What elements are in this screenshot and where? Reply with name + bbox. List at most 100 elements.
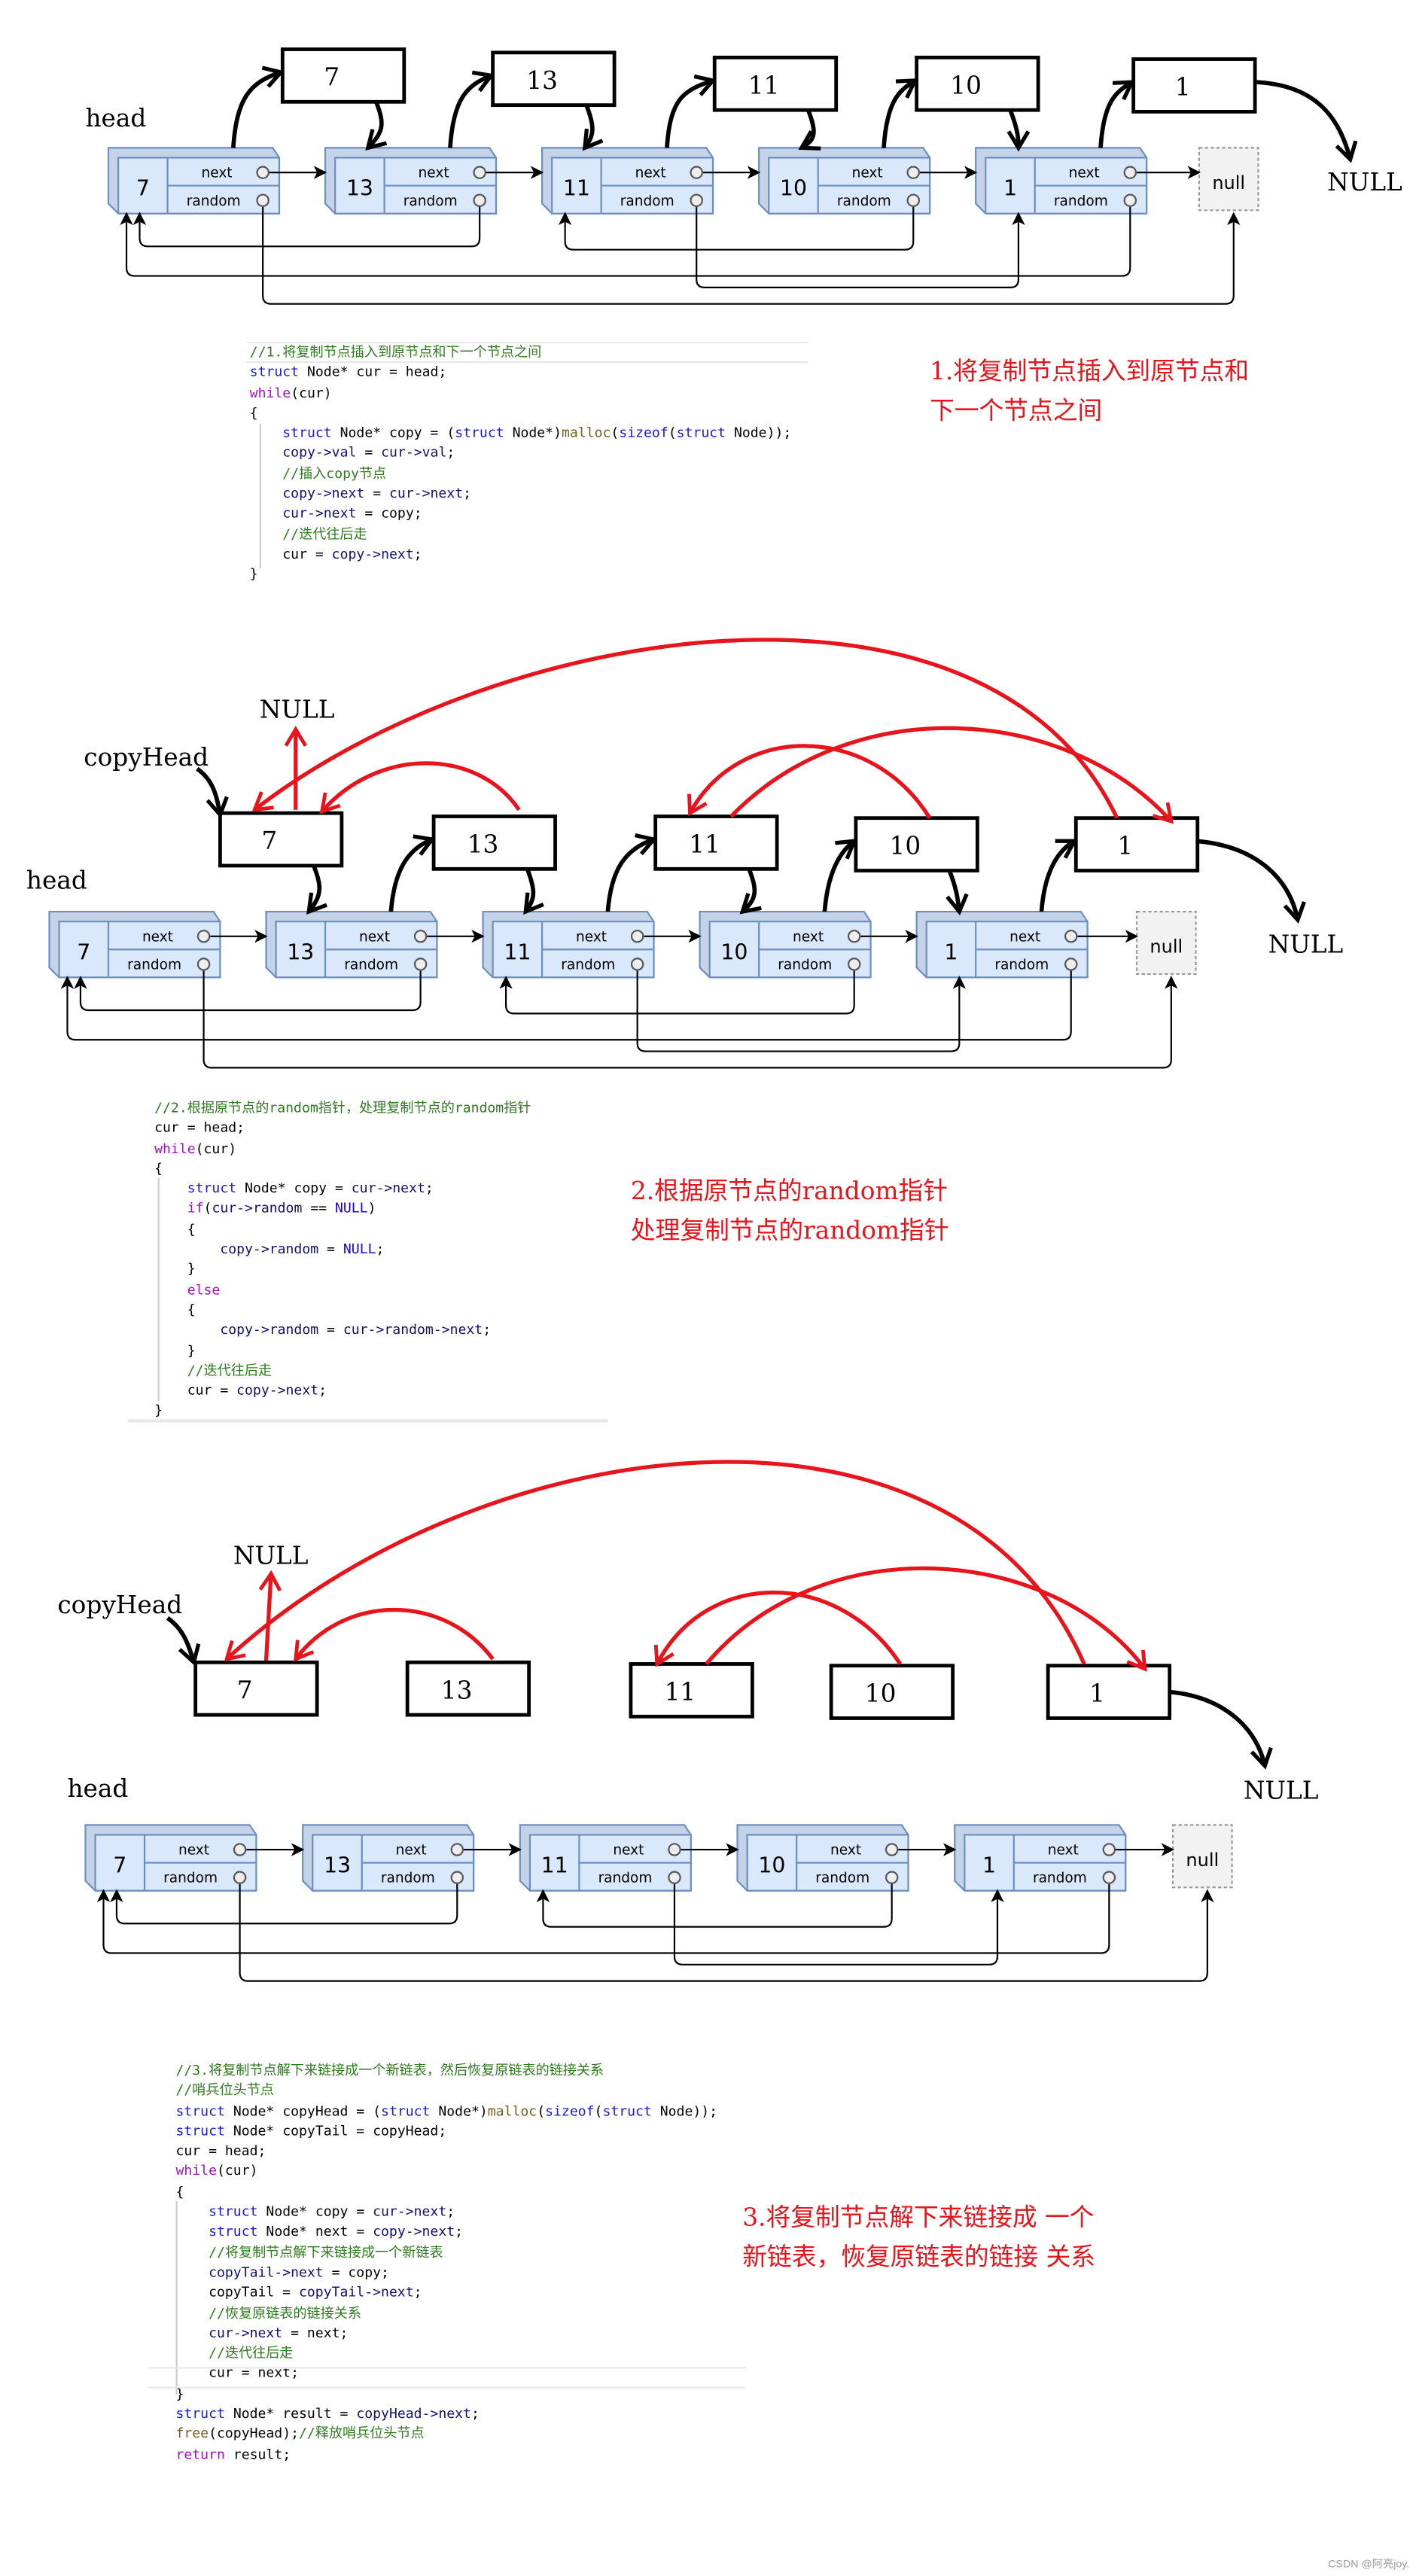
copy-node-value: 7 (237, 1676, 253, 1704)
code-line: //2.根据原节点的random指针，处理复制节点的random指针 (154, 1098, 531, 1118)
label-copy-head: copyHead (57, 1591, 182, 1619)
next-pointer-dot (885, 1843, 899, 1856)
code-token: //哨兵位头节点 (175, 2081, 274, 2099)
random-pointer-dot (413, 958, 428, 971)
code-token: if (187, 1199, 204, 1216)
node-value: 7 (113, 1853, 126, 1878)
node-next-label: next (1009, 929, 1040, 945)
code-token: Node*) (504, 424, 562, 441)
step3-note: 3.将复制节点解下来链接成 一个 新链表，恢复原链表的链接 关系 (742, 2198, 1095, 2277)
code-token: ; (455, 2223, 464, 2240)
code-token: copy->random (220, 1240, 319, 1257)
code-token: struct (175, 2404, 225, 2422)
node-random-label: random (187, 193, 241, 209)
list-node: 7 next random (48, 910, 221, 979)
node-value: 13 (346, 176, 373, 201)
code-token: struct (175, 2122, 225, 2139)
code-token: ; (425, 1180, 434, 1196)
copy-head-arrow (196, 766, 221, 815)
editor-divider (128, 1419, 608, 1423)
code-line: copy->random = cur->random->next; (154, 1320, 531, 1340)
next-pointer-dot (256, 166, 269, 179)
code-token: ) (367, 1199, 376, 1216)
copy-node-value: 7 (261, 827, 277, 855)
node-random-label: random (994, 957, 1049, 973)
node-random-label: random (778, 957, 832, 973)
code-line: //哨兵位头节点 (175, 2080, 717, 2100)
next-pointer-dot (1123, 166, 1137, 179)
next-pointer-dot (1102, 1843, 1116, 1856)
node-random-label: random (561, 957, 615, 973)
code-token: copyTail->next (299, 2283, 414, 2300)
code-token: (cur) (195, 1139, 237, 1156)
list-node: 13 next random (324, 147, 498, 215)
next-pointer-dot (668, 1843, 681, 1856)
code-token: //插入copy节点 (282, 464, 387, 481)
code-token: cur->next (209, 2324, 283, 2341)
code-token: cur->val (381, 444, 447, 461)
node-random-label: random (344, 957, 398, 973)
random-arrow-red (293, 1608, 495, 1662)
copy-node-value: 13 (526, 66, 558, 95)
list-node: 11 next random (519, 1824, 692, 1892)
code-line: cur = head; (175, 2141, 717, 2161)
node-random-label: random (620, 193, 675, 209)
code-line: struct Node* copy = cur->next; (175, 2201, 717, 2221)
code-token: copy->random (220, 1320, 319, 1338)
label-head: head (67, 1774, 128, 1803)
copy-node-box (1046, 1664, 1172, 1720)
insert-arrow (368, 101, 382, 148)
insert-arrow (388, 839, 432, 912)
code-block-step3: //3.将复制节点解下来链接成一个新链表，然后恢复原链表的链接关系 //哨兵位头节… (175, 2060, 717, 2464)
code-token: Node* copy = (257, 2203, 373, 2220)
label-null-right: NULL (1268, 930, 1344, 959)
node-next-label: next (1069, 166, 1100, 181)
next-pointer-dot (233, 1843, 247, 1856)
code-line: struct Node* copyTail = copyHead; (175, 2121, 717, 2141)
code-token: cur->next (373, 2203, 447, 2220)
insert-arrow (231, 72, 281, 148)
copy-node-value: 1 (1117, 832, 1133, 860)
code-token: Node* copy = (236, 1180, 352, 1196)
current-line-highlight (148, 2367, 746, 2389)
code-token: = next; (282, 2324, 349, 2341)
code-token: = (356, 444, 382, 461)
random-arrow (262, 206, 1241, 305)
random-pointer-dot (1123, 193, 1137, 207)
copy-node-value: 13 (441, 1676, 473, 1704)
random-pointer-dot (256, 193, 269, 207)
diagram-step2: headcopyHeadNULL7nextrandom13nextrandom1… (26, 638, 1344, 1069)
code-line: return result; (175, 2444, 717, 2464)
code-token: cur->random->next (343, 1320, 483, 1338)
code-token: sizeof (619, 424, 668, 441)
insert-arrow (822, 841, 854, 912)
node-next-label: next (635, 166, 666, 181)
code-line: { (154, 1299, 531, 1320)
random-arrow-red (319, 761, 521, 815)
code-token: ; (463, 484, 472, 501)
code-line: struct Node* copy = (struct Node*)malloc… (250, 422, 791, 443)
label-null-top: NULL (260, 696, 335, 724)
insert-arrow (1098, 82, 1131, 148)
node-value: 10 (720, 939, 748, 964)
code-token: copyHead->next (356, 2404, 471, 2422)
list-node: 11 next random (482, 910, 655, 979)
node-random-label: random (837, 193, 891, 209)
node-next-label: next (1048, 1843, 1079, 1859)
random-arrow (203, 970, 1178, 1069)
diagram-step1: head7nextrandom13nextrandom11nextrandom1… (85, 47, 1402, 305)
copy-node-box (218, 811, 344, 868)
code-line: copyTail->next = copy; (175, 2262, 717, 2282)
copy-node-value: 7 (324, 62, 340, 91)
node-value: 10 (758, 1853, 785, 1878)
code-token: copy->next (373, 2223, 455, 2240)
code-token: copy->val (282, 444, 357, 461)
code-token: (cur) (217, 2162, 258, 2179)
code-token: struct (209, 2203, 258, 2220)
code-token: cur = head; (154, 1119, 245, 1136)
next-pointer-dot (847, 930, 861, 943)
code-token: struct (187, 1180, 237, 1196)
